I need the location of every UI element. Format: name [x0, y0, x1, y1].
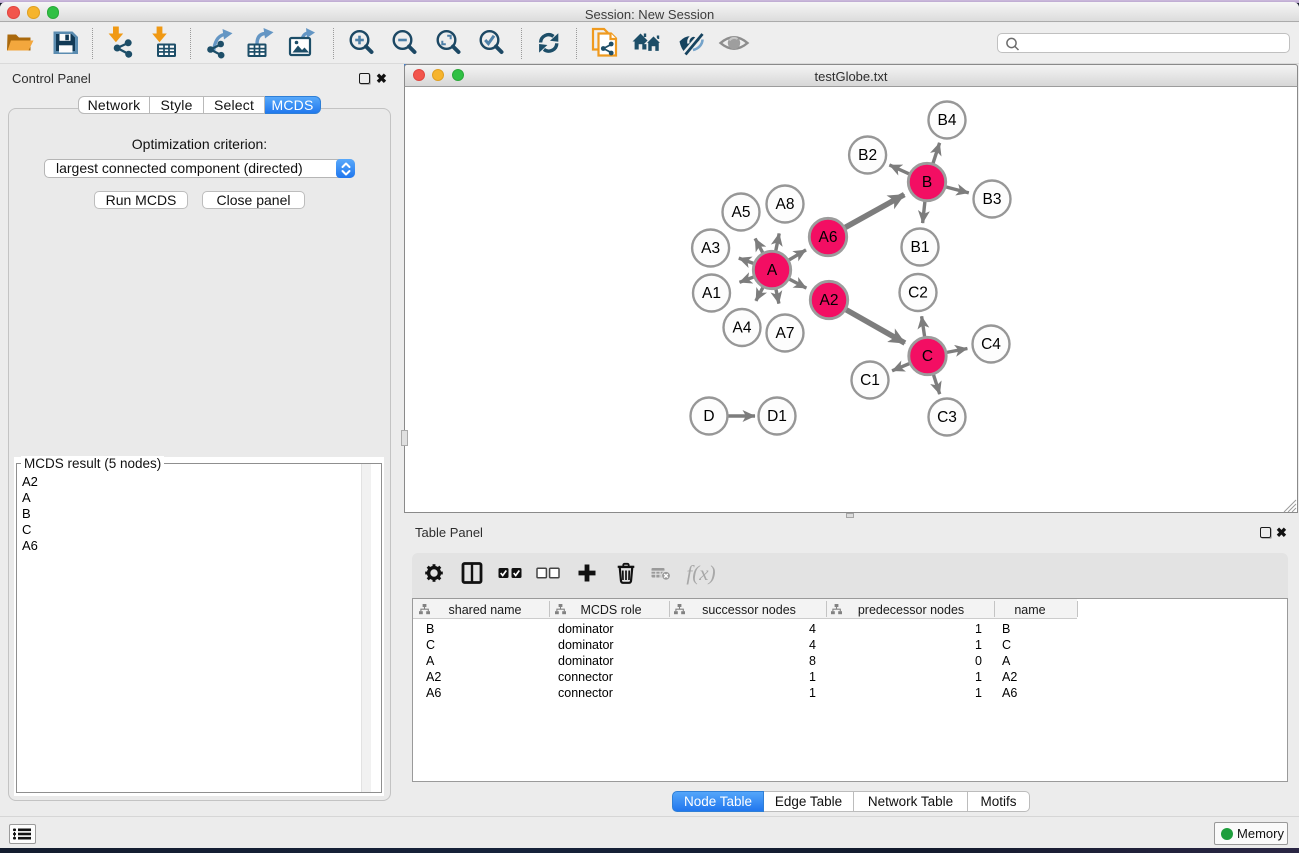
svg-text:A1: A1: [702, 285, 721, 302]
svg-text:B2: B2: [858, 147, 877, 164]
svg-text:C2: C2: [908, 285, 928, 302]
svg-text:B3: B3: [983, 191, 1002, 208]
svg-text:A4: A4: [733, 320, 752, 337]
svg-text:A: A: [767, 262, 778, 279]
svg-text:B1: B1: [911, 239, 930, 256]
svg-text:C4: C4: [981, 336, 1001, 353]
svg-text:A6: A6: [819, 229, 838, 246]
svg-text:A7: A7: [776, 325, 795, 342]
svg-text:A3: A3: [701, 240, 720, 257]
svg-text:C: C: [922, 348, 933, 365]
svg-text:D: D: [703, 408, 714, 425]
svg-text:A5: A5: [732, 204, 751, 221]
svg-text:A2: A2: [820, 292, 839, 309]
svg-text:C3: C3: [937, 409, 957, 426]
svg-text:D1: D1: [767, 408, 787, 425]
svg-text:B: B: [922, 174, 932, 191]
svg-text:B4: B4: [938, 112, 957, 129]
svg-text:f(x): f(x): [686, 561, 715, 585]
svg-text:C1: C1: [860, 372, 880, 389]
svg-text:A8: A8: [776, 196, 795, 213]
